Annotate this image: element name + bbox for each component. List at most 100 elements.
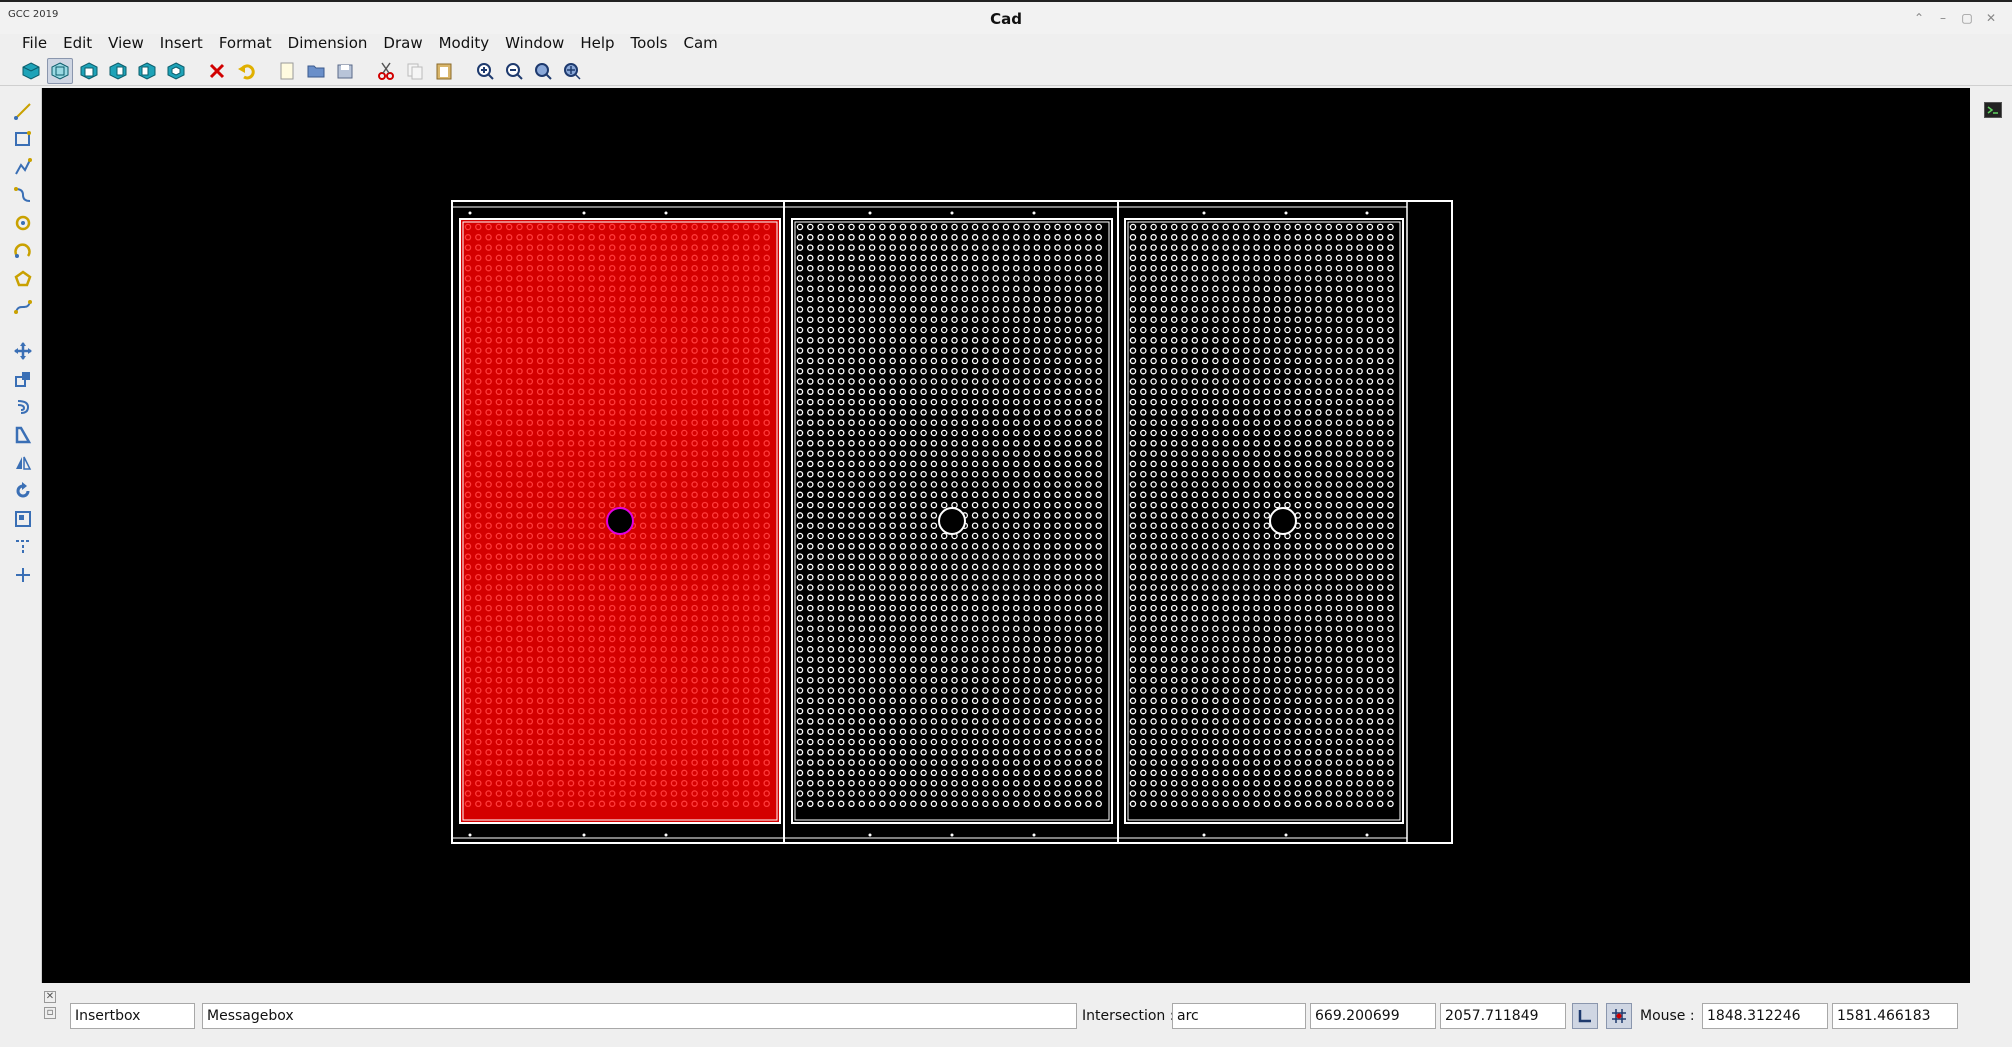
hole (1273, 306, 1281, 313)
view-front-icon[interactable] (76, 58, 102, 84)
selected-center-marker (606, 507, 634, 535)
hole (992, 244, 999, 251)
minimize-icon[interactable]: – (1936, 11, 1950, 25)
hole (982, 388, 989, 396)
menu-insert[interactable]: Insert (152, 34, 211, 54)
hole (1315, 635, 1322, 643)
view-iso-icon[interactable] (163, 58, 189, 84)
copy-icon[interactable] (402, 58, 428, 84)
hole (1325, 367, 1332, 375)
hole (848, 316, 855, 323)
drawing-canvas[interactable] (42, 88, 1970, 983)
open-folder-icon[interactable] (303, 58, 329, 84)
hole (1033, 491, 1041, 499)
hole (940, 779, 948, 787)
hole (807, 718, 814, 725)
hole (868, 615, 876, 622)
hole (1212, 512, 1219, 519)
undo-icon[interactable] (233, 58, 259, 84)
menu-file[interactable]: File (14, 34, 55, 54)
hole (899, 687, 907, 694)
menu-view[interactable]: View (100, 34, 152, 54)
arc-icon[interactable] (10, 238, 36, 264)
save-icon[interactable] (332, 58, 358, 84)
menu-tools[interactable]: Tools (623, 34, 676, 54)
hole (971, 388, 979, 396)
hole (1085, 646, 1092, 653)
hole (807, 316, 814, 323)
hole (1013, 604, 1020, 612)
zoom-all-icon[interactable] (559, 58, 585, 84)
hole (920, 707, 927, 715)
hole (992, 460, 999, 468)
cad-drawing[interactable] (42, 88, 1970, 983)
hole (879, 718, 886, 725)
hole (1222, 295, 1229, 303)
menu-modity[interactable]: Modity (431, 34, 498, 54)
curve-icon[interactable] (10, 294, 36, 320)
menu-dimension[interactable]: Dimension (280, 34, 376, 54)
polyline-icon[interactable] (10, 154, 36, 180)
paste-icon[interactable] (431, 58, 457, 84)
delete-icon[interactable] (204, 58, 230, 84)
extend-icon[interactable] (10, 562, 36, 588)
maximize-icon[interactable]: ▢ (1960, 11, 1974, 25)
rotate-icon[interactable] (10, 478, 36, 504)
view-3d-icon[interactable] (18, 58, 44, 84)
hole (1170, 398, 1178, 406)
hole (940, 738, 948, 746)
line-icon[interactable] (10, 98, 36, 124)
zoom-out-icon[interactable] (501, 58, 527, 84)
hole (1212, 481, 1219, 488)
close-icon[interactable]: ✕ (1984, 11, 1998, 25)
new-file-icon[interactable] (274, 58, 300, 84)
view-top-icon[interactable] (47, 57, 73, 84)
offset-icon[interactable] (10, 394, 36, 420)
hole (1222, 254, 1229, 262)
hole (1181, 512, 1188, 519)
cut-icon[interactable] (373, 58, 399, 84)
menu-help[interactable]: Help (572, 34, 622, 54)
menu-edit[interactable]: Edit (55, 34, 100, 54)
hole (971, 367, 979, 375)
zoom-fit-icon[interactable] (530, 58, 556, 84)
scale-icon[interactable] (10, 422, 36, 448)
terminal-icon[interactable] (1984, 102, 2002, 118)
hole (1325, 666, 1332, 674)
trim-icon[interactable] (10, 534, 36, 560)
menu-format[interactable]: Format (211, 34, 280, 54)
hole (971, 234, 979, 241)
hole (1304, 234, 1312, 241)
polygon-icon[interactable] (10, 266, 36, 292)
hole (1074, 275, 1082, 282)
array-icon[interactable] (10, 506, 36, 532)
hole (1181, 749, 1188, 756)
menu-draw[interactable]: Draw (375, 34, 430, 54)
move-icon[interactable] (10, 338, 36, 364)
menu-cam[interactable]: Cam (675, 34, 725, 54)
hole (1387, 501, 1394, 509)
hole (1325, 398, 1332, 406)
up-icon[interactable]: ⌃ (1912, 11, 1926, 25)
hole (1387, 790, 1394, 797)
menu-window[interactable]: Window (497, 34, 572, 54)
hole (930, 749, 938, 756)
hole (1033, 553, 1041, 560)
hole (1064, 790, 1072, 797)
circle-icon[interactable] (10, 210, 36, 236)
mirror-icon[interactable] (10, 450, 36, 476)
hole (1013, 779, 1020, 787)
hole (837, 275, 845, 282)
hole (1140, 512, 1147, 519)
spline-icon[interactable] (10, 182, 36, 208)
zoom-in-icon[interactable] (472, 58, 498, 84)
rectangle-icon[interactable] (10, 126, 36, 152)
hole (827, 676, 835, 684)
hole (1181, 419, 1188, 426)
view-left-icon[interactable] (134, 58, 160, 84)
hole (1043, 687, 1051, 694)
view-right-icon[interactable] (105, 58, 131, 84)
hole (971, 244, 979, 251)
copy-objects-icon[interactable] (10, 366, 36, 392)
hole (1253, 532, 1260, 540)
